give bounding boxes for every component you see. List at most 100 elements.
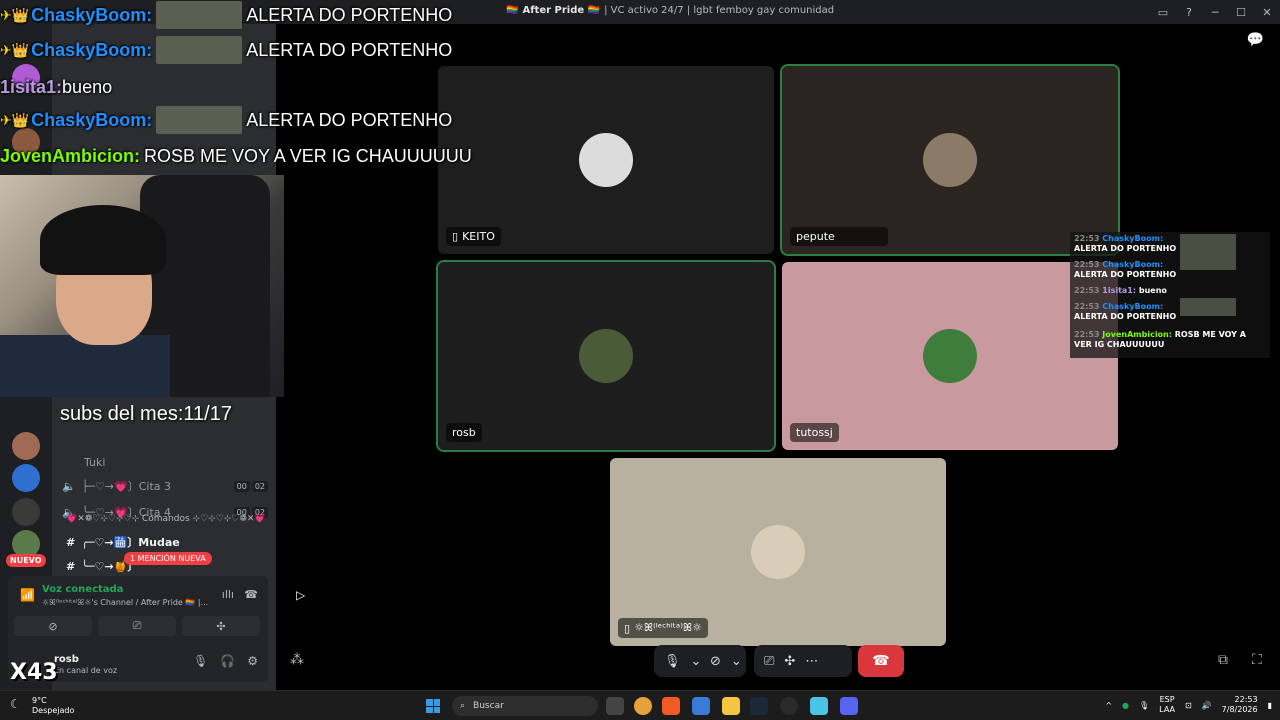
phone-icon: ▯ xyxy=(452,230,459,243)
mini-chat-time: 22:53 xyxy=(1074,330,1100,339)
participant-tile-lechita[interactable]: ▯ ☼ꕤ⁽ˡᵉᶜʰⁱᵗᵃ⁾ꕤ☼ xyxy=(610,458,946,646)
more-icon[interactable]: ⋯ xyxy=(805,654,818,669)
lang-top: ESP xyxy=(1159,695,1175,704)
overlay-chat-user: ChaskyBoom: xyxy=(31,39,153,60)
participant-tile-rosb[interactable]: rosb xyxy=(436,260,776,452)
volume-icon[interactable]: 🔊 xyxy=(1202,701,1212,710)
file-explorer-icon[interactable] xyxy=(722,697,740,715)
count-b: 02 xyxy=(251,480,268,492)
category-comandos[interactable]: 💗✕❁♡⊹♡⊹♡⊹ Comandos ⊹♡⊹♡⊹♡❁✕💗 xyxy=(66,514,266,524)
clock-date: 7/8/2026 xyxy=(1221,705,1258,714)
notification-icon[interactable]: ▮ xyxy=(1268,701,1272,710)
hangup-icon: ☎ xyxy=(872,653,890,669)
camera-off-button[interactable]: ⊘ xyxy=(14,616,92,636)
status-dot-icon[interactable]: ● xyxy=(1122,701,1129,710)
server-icon-4[interactable] xyxy=(12,464,40,492)
window-title-server: After Pride 🏳️‍🌈 xyxy=(522,5,601,16)
discord-icon[interactable] xyxy=(840,697,858,715)
popout-icon[interactable]: ⧉ xyxy=(1218,652,1228,668)
participant-avatar xyxy=(579,133,633,187)
invite-user-icon[interactable]: ⁂ xyxy=(290,652,304,668)
new-badge[interactable]: NUEVO xyxy=(6,554,46,567)
server-icon-3[interactable] xyxy=(12,432,40,460)
badge-icon: ✈👑 xyxy=(0,111,30,128)
help-icon[interactable]: ? xyxy=(1176,6,1202,19)
disconnect-icon[interactable]: ☎ xyxy=(244,588,258,601)
chevron-down-icon[interactable]: ⌄ xyxy=(731,654,742,669)
text-channel-mudae[interactable]: # ╭─♡→🛗〕Mudae xyxy=(66,534,266,550)
disconnect-button[interactable]: ☎ xyxy=(858,645,904,677)
mini-chat-user: JovenAmbicion: xyxy=(1102,330,1172,339)
channel-counts: 00 02 xyxy=(233,480,268,492)
mini-chat-message: ALERTA DO PORTENHO xyxy=(1074,270,1177,279)
participant-label: ▯ ☼ꕤ⁽ˡᵉᶜʰⁱᵗᵃ⁾ꕤ☼ xyxy=(618,618,708,638)
overlay-chat-line: JovenAmbicion: ROSB ME VOY A VER IG CHAU… xyxy=(0,141,472,171)
window-title: 🏳️‍🌈 After Pride 🏳️‍🌈 | VC activo 24/7 |… xyxy=(506,5,834,16)
taskbar-clock[interactable]: 22:53 7/8/2026 xyxy=(1222,695,1258,715)
mini-chat-line: 22:53 1isita1: bueno xyxy=(1074,286,1264,296)
screen-share-icon: ⎚ xyxy=(132,619,142,632)
channel-name: ╭─♡→🛗〕Mudae xyxy=(81,536,180,549)
chrome-icon[interactable] xyxy=(634,697,652,715)
voice-connected-channel[interactable]: ☼ꕤ⁽ˡᵉᶜʰⁱᵗᵃ⁾ꕤ☼'s Channel / After Pride 🏳️… xyxy=(42,598,208,608)
overlay-chat-line: ✈👑 ChaskyBoom: ALERTA DO PORTENHO xyxy=(0,105,452,135)
participant-label: pepute xyxy=(790,227,888,246)
headphones-icon[interactable]: 🎧 xyxy=(220,654,235,668)
participant-tile-keito[interactable]: ▯ KEITO xyxy=(438,66,774,254)
voice-channel-cita-3[interactable]: 🔈 ├─♡→💗〕Cita 3 00 02 xyxy=(62,476,268,496)
new-mention-pill[interactable]: 1 MENCIÓN NUEVA xyxy=(124,552,212,565)
count-a: 00 xyxy=(233,480,250,492)
lang-bottom: LAA xyxy=(1159,705,1175,714)
weather-widget[interactable]: 9°C Despejado xyxy=(32,696,74,716)
screen-share-icon[interactable]: ⎚ xyxy=(764,654,774,669)
mini-chat-thumbnail xyxy=(1180,298,1236,316)
voice-member-tuki[interactable]: Tuki xyxy=(62,452,268,472)
mini-chat-user: ChaskyBoom: xyxy=(1102,260,1164,269)
mini-chat-time: 22:53 xyxy=(1074,302,1100,311)
brave-icon[interactable] xyxy=(662,697,680,715)
fullscreen-icon[interactable]: ⛶ xyxy=(1252,652,1262,668)
inbox-icon[interactable]: ▭ xyxy=(1150,6,1176,19)
microphone-tray-icon[interactable]: 🎙 xyxy=(1139,701,1149,710)
noise-suppression-icon[interactable]: ıllı xyxy=(222,588,234,601)
user-controls: 🎙 🎧 ⚙ xyxy=(193,654,258,668)
mini-chat-time: 22:53 xyxy=(1074,260,1100,269)
language-indicator[interactable]: ESP LAA xyxy=(1159,695,1175,715)
app-icon[interactable] xyxy=(780,697,798,715)
mini-chat-time: 22:53 xyxy=(1074,286,1100,295)
server-icon-5[interactable] xyxy=(12,498,40,526)
participant-tile-pepute[interactable]: pepute xyxy=(780,64,1120,256)
steam-icon[interactable] xyxy=(750,697,768,715)
taskbar-search[interactable]: ⌕ Buscar xyxy=(452,696,598,716)
minimize-button[interactable]: ─ xyxy=(1202,6,1228,19)
system-tray: ^ ● 🎙 ESP LAA ⊡ 🔊 22:53 7/8/2026 ▮ xyxy=(1105,695,1272,715)
user-status: En canal de voz xyxy=(54,666,118,675)
signal-icon[interactable]: 📶 xyxy=(20,588,35,602)
activities-button[interactable]: ✣ xyxy=(182,616,260,636)
voice-connected-panel: 📶 Voz conectada ☼ꕤ⁽ˡᵉᶜʰⁱᵗᵃ⁾ꕤ☼'s Channel … xyxy=(8,576,268,638)
channel-name: ├─♡→💗〕Cita 3 xyxy=(81,480,172,493)
activities-icon[interactable]: ✣ xyxy=(784,654,795,669)
chat-bubble-icon[interactable]: 💬 xyxy=(1247,32,1264,48)
weather-icon[interactable]: ☾ xyxy=(10,697,21,711)
camera-off-icon[interactable]: ⊘ xyxy=(710,654,721,669)
close-button[interactable]: ✕ xyxy=(1254,6,1280,19)
settings-gear-icon[interactable]: ⚙ xyxy=(247,654,258,668)
store-icon[interactable] xyxy=(692,697,710,715)
participant-label: tutossj xyxy=(790,423,839,442)
voice-connected-title[interactable]: Voz conectada xyxy=(42,584,123,595)
task-view-icon[interactable] xyxy=(606,697,624,715)
windows-taskbar: ☾ 9°C Despejado ⌕ Buscar ^ ● 🎙 ESP LAA ⊡… xyxy=(0,690,1280,720)
share-screen-button[interactable]: ⎚ xyxy=(98,616,176,636)
microphone-icon[interactable]: 🎙 xyxy=(193,654,208,668)
overlay-chat-message: bueno xyxy=(62,76,113,97)
microphone-icon[interactable]: 🎙 xyxy=(664,654,681,669)
overlay-chat-message: ALERTA DO PORTENHO xyxy=(246,109,453,130)
maximize-button[interactable]: ☐ xyxy=(1228,6,1254,19)
monitor-icon[interactable]: ⊡ xyxy=(1185,701,1192,710)
mini-chat-line: 22:53 JovenAmbicion: ROSB ME VOY A VER I… xyxy=(1074,330,1264,350)
start-button[interactable] xyxy=(426,699,440,713)
capcut-icon[interactable] xyxy=(810,697,828,715)
participant-tile-tutossj[interactable]: tutossj xyxy=(782,262,1118,450)
chevron-up-icon[interactable]: ^ xyxy=(1105,701,1112,710)
